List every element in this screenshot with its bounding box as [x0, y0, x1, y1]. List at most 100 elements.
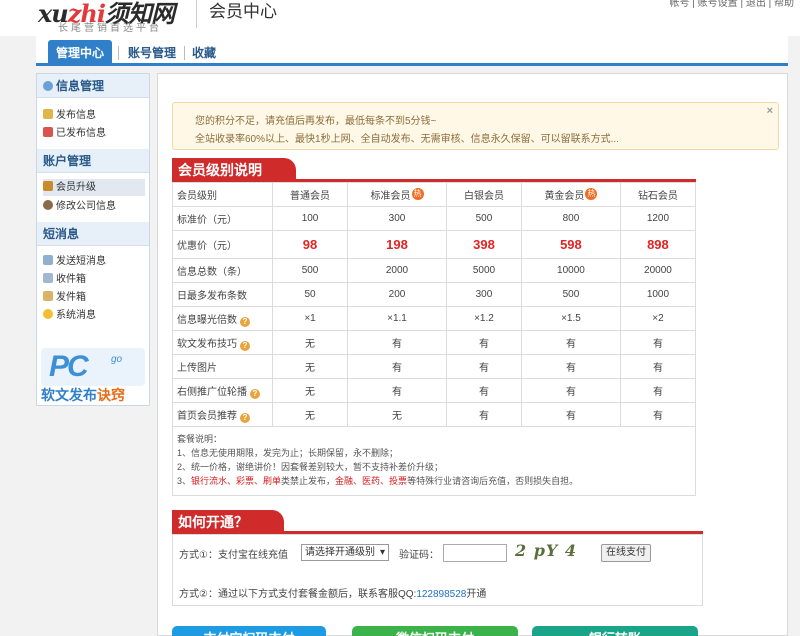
row-label: 标准价（元）	[172, 206, 273, 231]
user-icon	[43, 81, 53, 91]
table-cell: 有	[521, 378, 621, 403]
nav-divider	[118, 46, 119, 60]
table-cell: 2000	[347, 258, 447, 283]
help-icon[interactable]: ?	[240, 316, 250, 327]
table-cell: ×1.2	[445, 306, 523, 331]
sidebar-item-outbox[interactable]: 发件箱	[43, 289, 145, 306]
table-row: 右侧推广位轮播? 无 有 有 有 有	[172, 378, 697, 403]
bank-transfer-button[interactable]: 银行转账	[532, 626, 698, 636]
captcha-image[interactable]: 2 pY 4	[515, 541, 577, 560]
close-icon[interactable]: ×	[767, 105, 773, 117]
online-pay-button[interactable]: 在线支付	[601, 544, 651, 562]
help-icon[interactable]: ?	[240, 340, 250, 351]
table-cell: 50	[271, 282, 349, 307]
row-label: 软文发布技巧?	[172, 330, 273, 355]
sidebar: 信息管理 发布信息 已发布信息 账户管理 会员升级 修改公司信息 短消息 发送短…	[36, 73, 150, 406]
sidebar-section-account: 账户管理	[37, 149, 149, 173]
table-cell: 5000	[445, 258, 523, 283]
table-cell: 无	[271, 354, 349, 379]
table-cell: 有	[619, 402, 697, 427]
table-cell: 钻石会员	[619, 182, 697, 207]
captcha-input[interactable]	[443, 544, 507, 562]
payment-box: 方式①：支付宝在线充值 请选择开通级别 验证码： 2 pY 4 在线支付 方式②…	[172, 534, 703, 606]
table-cell: 1000	[619, 282, 697, 307]
nav-divider	[184, 46, 185, 60]
coins-icon	[43, 181, 53, 191]
package-notes: 套餐说明： 1、信息无使用期限，发完为止；长期保留，永不删除； 2、统一价格，谢…	[172, 426, 696, 496]
sidebar-item-company-info[interactable]: 修改公司信息	[43, 198, 145, 215]
sidebar-item-publish[interactable]: 发布信息	[43, 107, 145, 124]
hot-badge: 热	[585, 188, 598, 200]
levels-title: 会员级别说明	[172, 158, 296, 182]
inbox-icon	[43, 273, 53, 283]
table-cell: 200	[347, 282, 447, 307]
table-cell: 会员级别	[172, 182, 273, 207]
table-cell: 无	[347, 402, 447, 427]
table-cell: 198	[347, 230, 447, 259]
row-label: 优惠价（元）	[172, 230, 273, 259]
table-cell: ×1	[271, 306, 349, 331]
sidebar-item-inbox[interactable]: 收件箱	[43, 271, 145, 288]
promo-banner[interactable]: PC go 软文发布诀窍	[41, 348, 145, 404]
row-label: 首页会员推荐?	[172, 402, 273, 427]
table-cell: 无	[271, 402, 349, 427]
table-row: 优惠价（元） 98 198 398 598 898	[172, 230, 697, 259]
table-cell: 898	[619, 230, 697, 259]
mail-send-icon	[43, 255, 53, 265]
alipay-qr-button[interactable]: 支付宝扫码支付	[172, 626, 326, 636]
table-cell: 10000	[521, 258, 621, 283]
tab-management-center[interactable]: 管理中心	[48, 40, 112, 66]
logo-subtitle: 长尾营销首选平台	[58, 23, 162, 34]
howto-title: 如何开通？	[172, 510, 284, 534]
row-label: 信息总数（条）	[172, 258, 273, 283]
help-icon[interactable]: ?	[240, 412, 250, 423]
main-content: 您的积分不足，请充值后再发布，最低每条不到5分钱~ 全站收录率60%以上、最快1…	[157, 73, 788, 636]
outbox-icon	[43, 291, 53, 301]
table-cell: 有	[619, 354, 697, 379]
table-cell: 100	[271, 206, 349, 231]
table-cell: 有	[347, 354, 447, 379]
table-cell: ×1.5	[521, 306, 621, 331]
table-row: 首页会员推荐? 无 无 有 有 有	[172, 402, 697, 427]
tab-account-management[interactable]: 账号管理	[124, 40, 180, 66]
table-cell: 有	[347, 378, 447, 403]
notice-box: 您的积分不足，请充值后再发布，最低每条不到5分钱~ 全站收录率60%以上、最快1…	[172, 102, 779, 150]
sidebar-item-system-message[interactable]: 系统消息	[43, 307, 145, 324]
table-cell: 500	[271, 258, 349, 283]
captcha-label: 验证码：	[399, 550, 439, 561]
sidebar-item-published[interactable]: 已发布信息	[43, 125, 145, 142]
tab-favorites[interactable]: 收藏	[188, 40, 220, 66]
table-cell: 普通会员	[271, 182, 349, 207]
sidebar-section-info: 信息管理	[37, 74, 149, 98]
notes-title: 套餐说明：	[177, 434, 223, 444]
table-cell: 300	[445, 282, 523, 307]
table-cell: 有	[521, 402, 621, 427]
table-cell: 标准会员热	[347, 182, 447, 207]
table-cell: ×1.1	[347, 306, 447, 331]
table-row: 信息曝光倍数? ×1 ×1.1 ×1.2 ×1.5 ×2	[172, 306, 697, 331]
top-links[interactable]: 帐号 | 账号设置 | 退出 | 帮助	[670, 0, 794, 9]
method-1-label: 方式①：支付宝在线充值	[179, 550, 288, 561]
main-nav: 管理中心 账号管理 收藏	[36, 36, 788, 66]
table-cell: 598	[521, 230, 621, 259]
page-title: 会员中心	[209, 2, 277, 21]
wechat-qr-button[interactable]: 微信扫码支付	[352, 626, 518, 636]
sidebar-item-send-message[interactable]: 发送短消息	[43, 253, 145, 270]
method-2-text: 方式②：通过以下方式支付套餐金额后，联系客服QQ:122898528开通	[179, 589, 487, 600]
table-cell: 有	[619, 378, 697, 403]
table-row: 标准价（元） 100 300 500 800 1200	[172, 206, 697, 231]
table-cell: 无	[271, 378, 349, 403]
table-row: 软文发布技巧? 无 有 有 有 有	[172, 330, 697, 355]
level-select[interactable]: 请选择开通级别	[301, 544, 389, 561]
table-cell: 有	[521, 354, 621, 379]
row-label: 右侧推广位轮播?	[172, 378, 273, 403]
table-cell: 98	[271, 230, 349, 259]
header-divider	[196, 0, 197, 28]
table-cell: 有	[445, 402, 523, 427]
table-row: 日最多发布条数 50 200 300 500 1000	[172, 282, 697, 307]
sidebar-item-upgrade[interactable]: 会员升级	[43, 179, 145, 196]
help-icon[interactable]: ?	[250, 388, 260, 399]
table-cell: 有	[445, 330, 523, 355]
qq-number[interactable]: 122898528	[416, 589, 466, 600]
table-cell: 有	[619, 330, 697, 355]
